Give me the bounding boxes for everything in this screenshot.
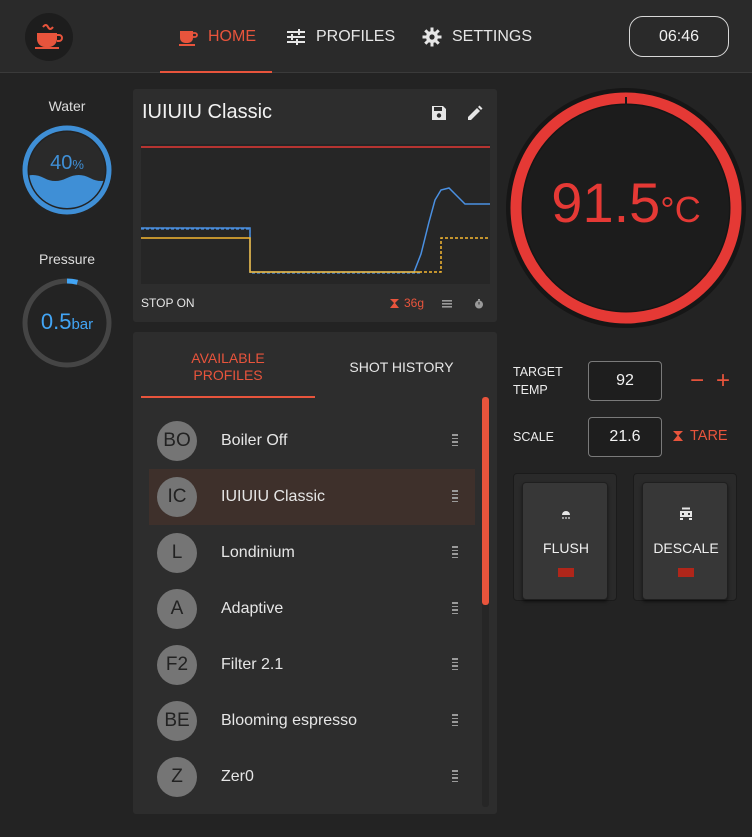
descale-button[interactable]: DESCALE <box>642 482 728 600</box>
tab-settings-label: SETTINGS <box>452 27 533 45</box>
tab-settings[interactable]: SETTINGS <box>422 0 532 73</box>
profile-card: IUIUIU Classic STOP ON 36g <box>133 89 497 322</box>
scale-icon <box>673 431 683 441</box>
timer-icon[interactable] <box>474 299 484 309</box>
scale-value-field: 21.6 <box>588 417 662 457</box>
descale-indicator <box>678 568 694 577</box>
target-temp-minus-button[interactable]: − <box>690 369 704 393</box>
profile-name: Londinium <box>221 544 295 561</box>
pressure-value: 0.5bar <box>41 309 93 334</box>
profile-name: Blooming espresso <box>221 712 358 729</box>
list-item[interactable]: F2 Filter 2.1 <box>149 637 475 693</box>
avatar: IC <box>157 477 197 517</box>
volume-icon[interactable] <box>442 300 452 308</box>
avatar: Z <box>157 757 197 797</box>
avatar: BO <box>157 421 197 461</box>
stop-weight-value: 36g <box>404 296 425 310</box>
profile-name: Filter 2.1 <box>221 656 284 673</box>
coffee-logo-icon <box>35 24 63 49</box>
stop-weight[interactable]: 36g <box>389 296 424 310</box>
drag-handle-icon[interactable] <box>451 434 459 448</box>
water-label: Water <box>48 98 86 114</box>
tare-button[interactable]: TARE <box>672 428 728 444</box>
list-item[interactable]: Z Zer0 <box>149 749 475 805</box>
descale-label: DESCALE <box>653 540 719 556</box>
tab-available-profiles[interactable]: AVAILABLE PROFILES <box>163 350 293 384</box>
drag-handle-icon[interactable] <box>451 714 459 728</box>
list-item[interactable]: L Londinium <box>149 525 475 581</box>
list-item[interactable]: BO Boiler Off <box>149 413 475 469</box>
tab-indicator <box>141 396 315 398</box>
clock-display[interactable]: 06:46 <box>629 16 729 57</box>
water-gauge: 40% <box>22 125 112 215</box>
descale-machine-icon <box>680 507 692 520</box>
flush-button[interactable]: FLUSH <box>522 482 608 600</box>
target-temp-label: TARGET TEMP <box>513 365 563 397</box>
app-logo[interactable] <box>25 13 73 61</box>
target-temp-input[interactable]: 92 <box>588 361 662 401</box>
list-item[interactable]: A Adaptive <box>149 581 475 637</box>
flush-label: FLUSH <box>543 540 589 556</box>
sliders-icon <box>287 28 305 45</box>
drag-handle-icon[interactable] <box>451 546 459 560</box>
profile-chart <box>141 144 490 284</box>
scale-icon <box>390 298 399 308</box>
list-item-selected[interactable]: IC IUIUIU Classic <box>149 469 475 525</box>
stop-on-label: STOP ON <box>141 296 195 310</box>
gear-icon <box>422 27 442 46</box>
profile-name: IUIUIU Classic <box>221 488 326 505</box>
tab-profiles-label: PROFILES <box>316 27 396 45</box>
tare-label: TARE <box>690 428 728 444</box>
temperature-unit: °C <box>660 189 701 230</box>
avatar: BE <box>157 701 197 741</box>
tab-profiles[interactable]: PROFILES <box>286 0 395 73</box>
avatar: L <box>157 533 197 573</box>
pressure-gauge: 0.5bar <box>22 278 112 368</box>
edit-pencil-icon[interactable] <box>466 104 484 122</box>
pressure-label: Pressure <box>38 251 96 267</box>
tab-home[interactable]: HOME <box>160 0 272 73</box>
profile-name: Zer0 <box>221 768 254 785</box>
temperature-value: 91.5 <box>551 171 661 234</box>
avatar: F2 <box>157 645 197 685</box>
drag-handle-icon[interactable] <box>451 658 459 672</box>
flush-indicator <box>558 568 574 577</box>
temperature-readout: 91.5°C <box>506 168 746 245</box>
top-bar: HOME PROFILES SETTINGS 06:46 <box>0 0 752 73</box>
profile-title: IUIUIU Classic <box>142 101 273 123</box>
coffee-cup-icon <box>179 30 198 46</box>
profile-name: Boiler Off <box>221 432 288 449</box>
profile-name: Adaptive <box>221 600 284 617</box>
list-item[interactable]: BE Blooming espresso <box>149 693 475 749</box>
drag-handle-icon[interactable] <box>451 770 459 784</box>
drag-handle-icon[interactable] <box>451 602 459 616</box>
target-temp-plus-button[interactable]: + <box>716 369 730 393</box>
shower-icon <box>562 511 570 519</box>
save-icon[interactable] <box>430 104 448 122</box>
tab-home-label: HOME <box>208 27 256 45</box>
list-scrollbar-thumb[interactable] <box>482 397 489 605</box>
avatar: A <box>157 589 197 629</box>
scale-label: SCALE <box>513 430 554 444</box>
drag-handle-icon[interactable] <box>451 490 459 504</box>
tab-shot-history[interactable]: SHOT HISTORY <box>330 359 473 376</box>
